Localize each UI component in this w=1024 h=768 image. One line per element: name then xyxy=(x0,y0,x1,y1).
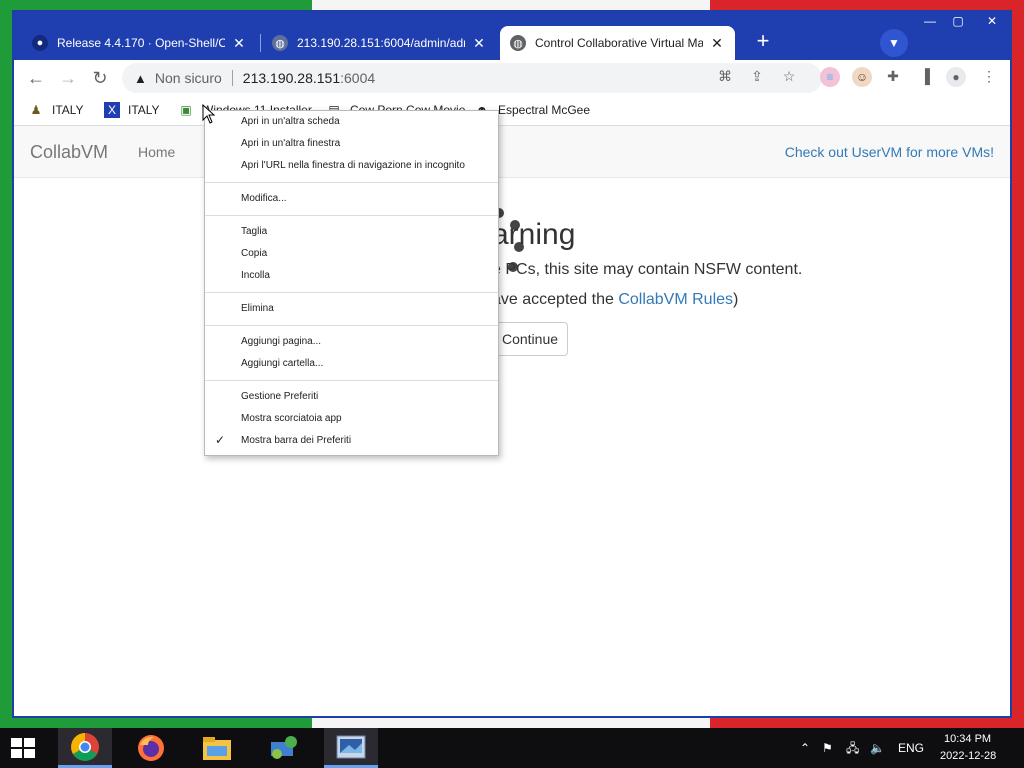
mouse-cursor-icon xyxy=(202,104,216,124)
tab-admin[interactable]: ◍ 213.190.28.151:6004/admin/admi ✕ xyxy=(262,26,497,60)
tab-label: 213.190.28.151:6004/admin/admi xyxy=(297,36,465,50)
checkmark-icon: ✓ xyxy=(215,433,226,447)
menu-copy[interactable]: Copia xyxy=(241,246,267,262)
share-icon[interactable]: ⇪ xyxy=(746,65,768,87)
maximize-button[interactable]: ▢ xyxy=(944,12,972,30)
file-explorer-icon[interactable] xyxy=(190,728,244,768)
side-panel-icon[interactable]: ▐ xyxy=(914,65,936,87)
rules-suffix: ) xyxy=(733,291,739,308)
menu-separator xyxy=(205,182,498,183)
bookmark-italy-2[interactable]: X ITALY xyxy=(104,102,160,118)
language-indicator[interactable]: ENG xyxy=(898,740,924,756)
window-close-button[interactable]: ✕ xyxy=(974,12,1010,30)
rules-prefix: ave accepted the xyxy=(492,291,619,308)
bookmark-label: Espectral McGee xyxy=(498,103,591,117)
site-navbar: CollabVM Home Check out UserVM for more … xyxy=(14,126,1010,178)
menu-kebab-icon[interactable]: ⋮ xyxy=(978,65,1000,87)
menu-open-new-tab[interactable]: Apri in un'altra scheda xyxy=(241,114,340,130)
menu-add-page[interactable]: Aggiungi pagina... xyxy=(241,334,321,350)
warning-icon[interactable]: ▲ xyxy=(134,71,147,86)
bookmark-italy-1[interactable]: ♟ ITALY xyxy=(28,102,84,118)
bookmark-label: ITALY xyxy=(52,103,84,117)
tab-strip: ● Release 4.4.170 · Open-Shell/Ope ✕ ◍ 2… xyxy=(14,12,1010,60)
bookmark-label: ITALY xyxy=(128,103,160,117)
menu-show-bookmarks-bar[interactable]: Mostra barra dei Preferiti xyxy=(241,433,351,449)
menu-show-apps-shortcut[interactable]: Mostra scorciatoia app xyxy=(241,411,342,427)
tab-release[interactable]: ● Release 4.4.170 · Open-Shell/Ope ✕ xyxy=(22,26,257,60)
uservm-link[interactable]: Check out UserVM for more VMs! xyxy=(785,144,994,160)
bookmark-context-menu: Apri in un'altra scheda Apri in un'altra… xyxy=(204,110,499,456)
github-icon: ● xyxy=(32,35,48,51)
extensions-puzzle-icon[interactable]: ✚ xyxy=(882,65,904,87)
reload-button[interactable]: ↻ xyxy=(88,66,112,90)
tab-separator xyxy=(260,34,261,52)
network-app-icon[interactable] xyxy=(256,728,310,768)
globe-icon: ◍ xyxy=(272,35,288,51)
translate-icon[interactable]: ⌘ xyxy=(714,65,736,87)
close-tab-icon[interactable]: ✕ xyxy=(709,35,725,52)
chevron-up-icon[interactable]: ⌃ xyxy=(800,740,810,756)
clock-date[interactable]: 2022-12-28 xyxy=(940,750,996,762)
warning-text: e PCs, this site may contain NSFW conten… xyxy=(492,261,803,278)
network-icon[interactable]: 🖧 xyxy=(846,740,859,756)
chrome-icon[interactable] xyxy=(58,728,112,768)
warning-heading: arning xyxy=(492,218,576,251)
volume-icon[interactable]: 🔈 xyxy=(870,740,885,756)
close-tab-icon[interactable]: ✕ xyxy=(231,35,247,52)
forward-button[interactable]: → xyxy=(56,66,80,90)
installer-icon: ▣ xyxy=(180,103,192,117)
browser-toolbar: ← → ↻ ▲ Non sicuro 213.190.28.151 :6004 … xyxy=(14,60,1010,96)
browser-window: ● Release 4.4.170 · Open-Shell/Ope ✕ ◍ 2… xyxy=(12,10,1012,718)
bookmark-star-icon[interactable]: ☆ xyxy=(778,65,800,87)
security-label[interactable]: Non sicuro xyxy=(155,70,222,86)
tab-search-button[interactable]: ▼ xyxy=(880,29,908,57)
menu-bookmark-manager[interactable]: Gestione Preferiti xyxy=(241,389,318,405)
menu-add-folder[interactable]: Aggiungi cartella... xyxy=(241,356,323,372)
bookmarks-bar: ♟ ITALY X ITALY ▣ Windows 11 Installer ▤… xyxy=(14,96,1010,126)
url-port[interactable]: :6004 xyxy=(340,70,375,86)
menu-separator xyxy=(205,215,498,216)
menu-separator xyxy=(205,325,498,326)
taskbar: ⌃ ⚑ 🖧 🔈 ENG 10:34 PM 2022-12-28 xyxy=(0,728,1024,768)
menu-paste[interactable]: Incolla xyxy=(241,268,270,284)
screenshot-app-icon[interactable] xyxy=(324,728,378,768)
tab-collabvm[interactable]: ◍ Control Collaborative Virtual Mach ✕ xyxy=(500,26,735,60)
menu-separator xyxy=(205,292,498,293)
menu-open-incognito[interactable]: Apri l'URL nella finestra di navigazione… xyxy=(241,158,465,174)
back-button[interactable]: ← xyxy=(24,66,48,90)
home-link[interactable]: Home xyxy=(138,144,175,160)
tab-label: Control Collaborative Virtual Mach xyxy=(535,36,703,50)
firefox-icon[interactable] xyxy=(124,728,178,768)
extension-avatar-icon[interactable]: ☺ xyxy=(852,67,872,87)
rules-text: ave accepted the CollabVM Rules) xyxy=(492,291,738,309)
menu-open-new-window[interactable]: Apri in un'altra finestra xyxy=(241,136,340,152)
globe-icon: ◍ xyxy=(510,35,526,51)
clock-time[interactable]: 10:34 PM xyxy=(944,733,991,745)
new-tab-button[interactable]: + xyxy=(750,29,776,55)
x-icon: X xyxy=(104,102,120,118)
site-brand[interactable]: CollabVM xyxy=(30,142,108,163)
start-windows-icon[interactable] xyxy=(10,737,36,759)
menu-separator xyxy=(205,380,498,381)
collabvm-rules-link[interactable]: CollabVM Rules xyxy=(618,291,733,308)
close-tab-icon[interactable]: ✕ xyxy=(471,35,487,52)
menu-cut[interactable]: Taglia xyxy=(241,224,267,240)
menu-edit[interactable]: Modifica... xyxy=(241,191,287,207)
continue-button[interactable]: Continue xyxy=(492,322,568,356)
profile-icon[interactable]: ● xyxy=(946,67,966,87)
omnibox-divider xyxy=(231,70,233,86)
url-host[interactable]: 213.190.28.151 xyxy=(243,70,340,86)
flag-icon[interactable]: ⚑ xyxy=(822,740,833,756)
person-icon: ♟ xyxy=(30,103,42,117)
minimize-button[interactable]: — xyxy=(916,12,944,30)
tab-label: Release 4.4.170 · Open-Shell/Ope xyxy=(57,36,225,50)
extension-flag-icon[interactable]: ≡ xyxy=(820,67,840,87)
menu-delete[interactable]: Elimina xyxy=(241,301,274,317)
